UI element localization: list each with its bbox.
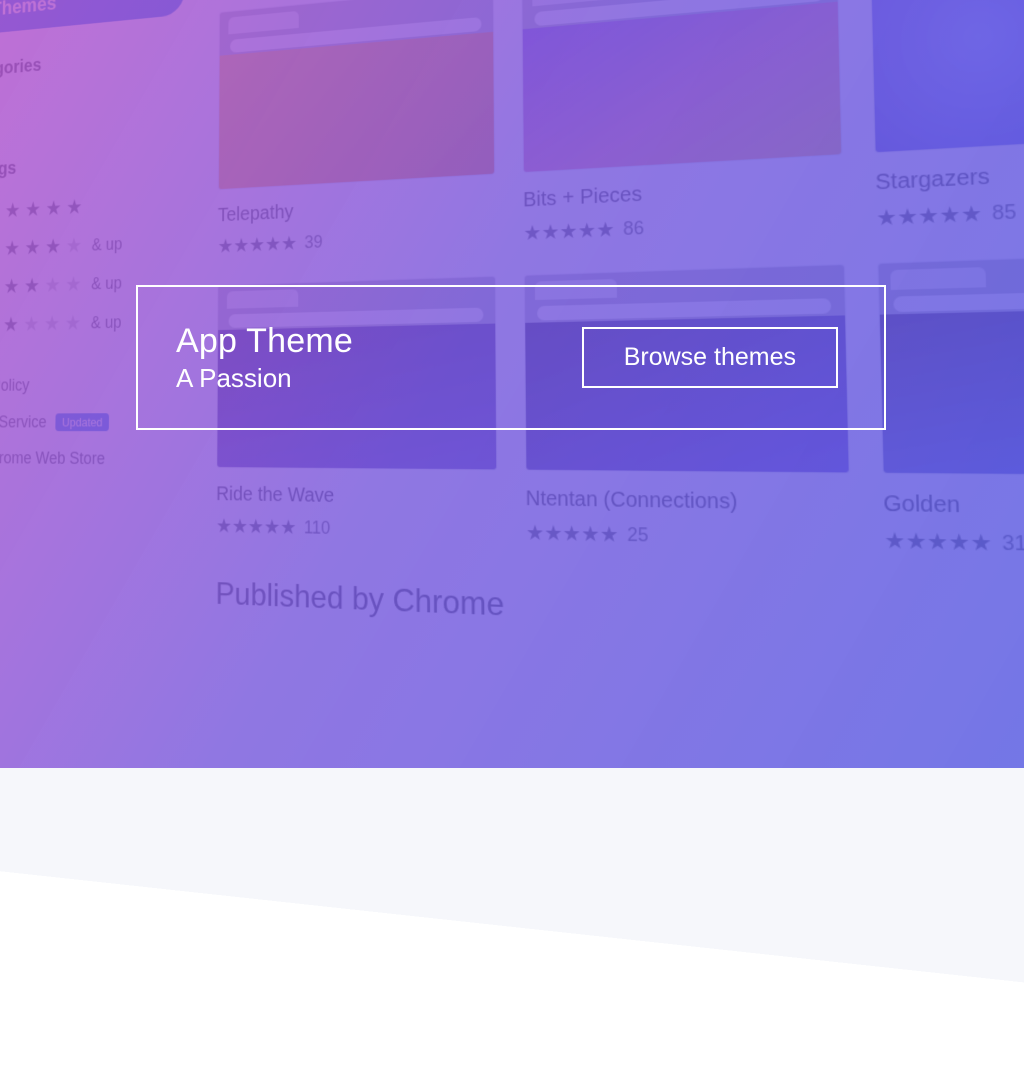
rating-count: 31: [1002, 531, 1024, 556]
rating-count: 86: [623, 217, 644, 240]
terms-text: Terms of Service: [0, 412, 47, 431]
star-icon: ★★★★★: [884, 527, 993, 558]
sidebar-themes-label: Themes: [0, 0, 57, 21]
theme-card[interactable]: Stargazers ★★★★★ 85: [869, 0, 1024, 232]
cta-panel: App Theme A Passion Browse themes: [136, 285, 886, 430]
cta-title: App Theme: [176, 322, 353, 361]
theme-thumbnail: [877, 250, 1024, 477]
star-icon: ★★★★★: [216, 514, 297, 540]
theme-title: Bits + Pieces: [523, 172, 843, 212]
theme-title: Golden: [883, 492, 1024, 525]
theme-thumbnail: [521, 0, 842, 173]
star-icon: ★★★★★: [523, 217, 615, 247]
category-all[interactable]: All: [0, 76, 184, 136]
cta-subtitle: A Passion: [176, 363, 353, 394]
theme-card[interactable]: Telepathy ★★★★★ 39: [218, 0, 496, 258]
theme-title: Stargazers: [875, 151, 1024, 196]
sidebar-item-themes[interactable]: Themes: [0, 0, 185, 38]
published-heading: Published by Chrome: [216, 575, 1024, 661]
cta-text-block: App Theme A Passion: [176, 322, 353, 394]
rating-row: ★★★★★ 86: [523, 206, 844, 246]
updated-badge: Updated: [55, 413, 109, 431]
rating-row: ★★★★★ 110: [216, 514, 498, 546]
theme-card[interactable]: Golden ★★★★★ 31: [877, 250, 1024, 564]
store-canvas: Extensions Themes Categories All Ratings…: [0, 0, 1024, 1024]
theme-title: Telepathy: [218, 191, 496, 227]
rating-row: ★★★★★ 39: [218, 222, 496, 258]
rating-count: 85: [992, 201, 1017, 226]
rating-row: ★★★★★ 31: [884, 527, 1024, 565]
rating-count: 25: [627, 524, 649, 547]
theme-title: Ntentan (Connections): [526, 487, 851, 517]
ratings-heading: Ratings: [0, 147, 184, 182]
theme-thumbnail: [869, 0, 1024, 153]
star-icon: ★★★★★: [526, 520, 619, 549]
browse-themes-button[interactable]: Browse themes: [582, 327, 838, 388]
star-icon: ★★★★★: [876, 200, 983, 232]
and-up-text: & up: [91, 312, 122, 332]
link-about-store[interactable]: About Chrome Web Store: [0, 440, 182, 479]
star-icon: ★★★★★: [218, 231, 298, 258]
and-up-text: & up: [91, 273, 122, 294]
theme-grid: Telepathy ★★★★★ 39 Bits + Pieces ★★★★★ 8…: [216, 0, 1024, 568]
theme-title: Ride the Wave: [216, 483, 497, 510]
theme-card[interactable]: Bits + Pieces ★★★★★ 86: [521, 0, 844, 246]
and-up-text: & up: [92, 234, 123, 255]
categories-heading: Categories: [0, 42, 185, 83]
rating-count: 39: [304, 232, 322, 253]
rating-count: 110: [304, 517, 331, 539]
rating-row: ★★★★★ 25: [526, 520, 852, 554]
theme-thumbnail: [218, 0, 495, 190]
